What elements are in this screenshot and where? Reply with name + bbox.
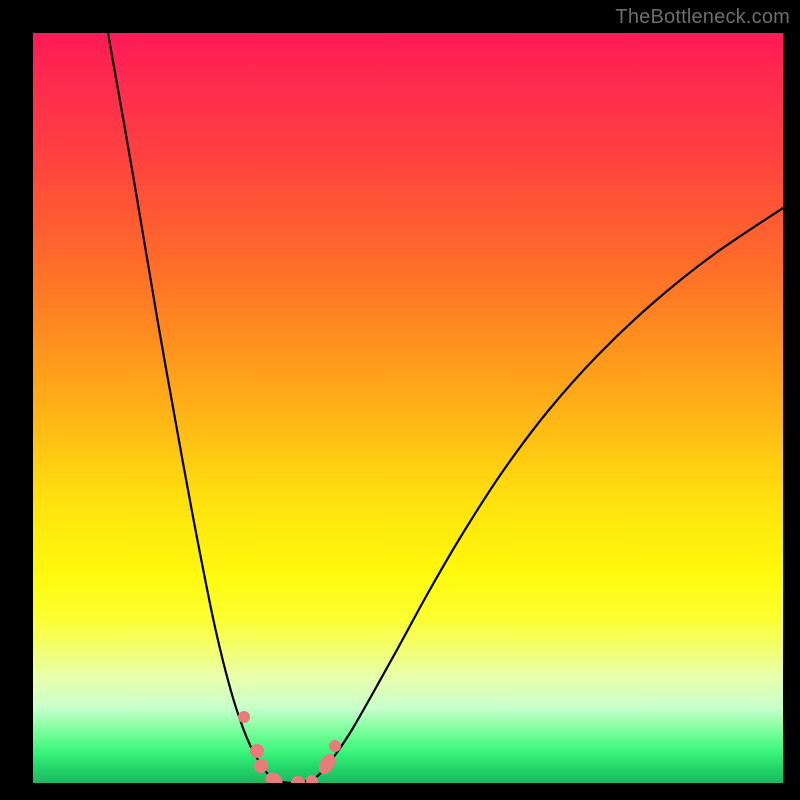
curve-group <box>108 33 783 783</box>
data-marker-7 <box>329 740 341 752</box>
chart-svg <box>33 33 783 783</box>
plot-area <box>33 33 783 783</box>
outer-frame: TheBottleneck.com <box>0 0 800 800</box>
watermark-text: TheBottleneck.com <box>615 6 790 29</box>
data-marker-2 <box>254 759 268 773</box>
data-marker-1 <box>250 744 264 758</box>
bottleneck-curve <box>108 33 783 783</box>
data-marker-0 <box>238 711 250 723</box>
marker-group <box>238 711 341 783</box>
data-marker-4 <box>291 776 305 783</box>
